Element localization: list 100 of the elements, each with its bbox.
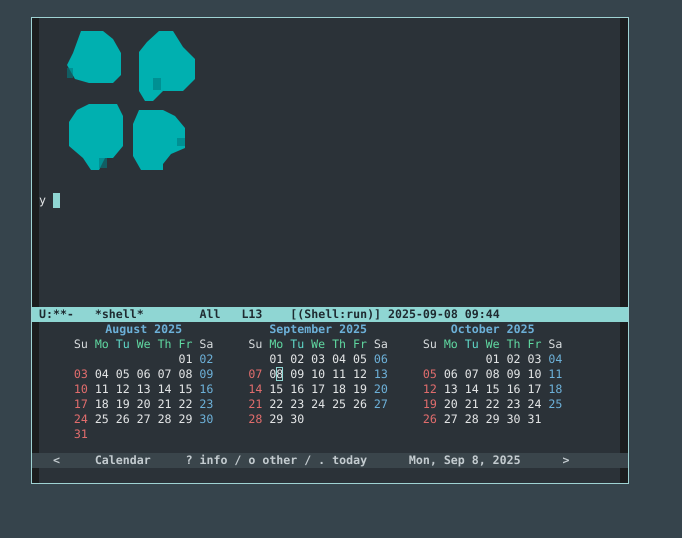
calendar-day[interactable]: 03 (74, 367, 88, 382)
date-time: 2025-09-08 09:44 (388, 307, 500, 321)
weekday-label: We (486, 337, 500, 352)
calendar-day[interactable]: 02 (506, 352, 521, 367)
calendar-day[interactable]: 07 (464, 367, 479, 382)
calendar-day[interactable]: 31 (528, 412, 542, 427)
calendar-day[interactable]: 07 (158, 367, 172, 382)
calendar-day[interactable]: 19 (422, 397, 437, 412)
calendar-day[interactable]: 09 (290, 367, 304, 382)
calendar-day[interactable]: 01 (178, 352, 192, 367)
calendar-day[interactable]: 13 (444, 382, 458, 397)
calendar-day[interactable]: 19 (116, 397, 130, 412)
calendar-day[interactable]: 06 (136, 367, 151, 382)
calendar-day[interactable]: 14 (248, 382, 262, 397)
calendar-day[interactable]: 04 (548, 352, 562, 367)
calendar-day[interactable]: 04 (332, 352, 346, 367)
calendar-day[interactable]: 19 (353, 382, 367, 397)
calendar-day[interactable]: 24 (74, 412, 88, 427)
calendar-day[interactable]: 30 (199, 412, 214, 427)
calendar-day[interactable]: 20 (374, 382, 388, 397)
weekday-label: Tu (116, 337, 130, 352)
calendar-day[interactable]: 12 (116, 382, 130, 397)
calendar-day[interactable]: 26 (116, 412, 130, 427)
calendar-day[interactable]: 30 (290, 412, 304, 427)
calendar-day[interactable]: 23 (506, 397, 521, 412)
calendar-day[interactable]: 18 (332, 382, 346, 397)
calendar-day[interactable]: 29 (269, 412, 284, 427)
calendar-day[interactable]: 01 (269, 352, 284, 367)
weekday-label: Th (332, 337, 346, 352)
calendar-day[interactable]: 15 (486, 382, 500, 397)
calendar-day[interactable]: 28 (248, 412, 262, 427)
weekday-label: Fr (528, 337, 542, 352)
calendar-day[interactable]: 01 (486, 352, 500, 367)
calendar-day[interactable]: 31 (74, 427, 88, 442)
calendar-day[interactable]: 05 (422, 367, 437, 382)
calendar-day[interactable]: 26 (422, 412, 437, 427)
calendar-day[interactable]: 13 (136, 382, 151, 397)
calendar-day[interactable]: 06 (444, 367, 458, 382)
calendar-day[interactable]: 18 (548, 382, 562, 397)
calendar-day[interactable]: 30 (506, 412, 521, 427)
calendar-day[interactable]: 17 (74, 397, 88, 412)
calendar-day[interactable]: 12 (422, 382, 437, 397)
calendar-day[interactable]: 26 (353, 397, 367, 412)
calendar-day[interactable]: 11 (548, 367, 562, 382)
calendar-day[interactable]: 27 (444, 412, 458, 427)
calendar-day[interactable]: 28 (464, 412, 479, 427)
calendar-day[interactable]: 23 (290, 397, 304, 412)
calendar-day[interactable]: 28 (158, 412, 172, 427)
calendar-day[interactable]: 09 (506, 367, 521, 382)
calendar-day[interactable]: 20 (444, 397, 458, 412)
calendar-day[interactable]: 09 (199, 367, 214, 382)
calendar-day[interactable]: 24 (311, 397, 326, 412)
calendar-day[interactable]: 25 (94, 412, 109, 427)
calendar-day[interactable]: 08 (178, 367, 192, 382)
calendar-day[interactable]: 06 (374, 352, 388, 367)
calendar-day[interactable]: 05 (116, 367, 130, 382)
calendar-day[interactable]: 10 (528, 367, 542, 382)
calendar-day[interactable]: 12 (353, 367, 367, 382)
calendar-day[interactable]: 23 (199, 397, 214, 412)
calendar-day[interactable]: 07 (248, 367, 262, 382)
calendar-day[interactable]: 15 (269, 382, 284, 397)
calendar-day[interactable]: 22 (178, 397, 192, 412)
calendar-day[interactable]: 11 (94, 382, 109, 397)
prev-month-link[interactable]: < (52, 453, 60, 467)
calendar-day[interactable]: 15 (178, 382, 192, 397)
calendar-day[interactable]: 17 (528, 382, 542, 397)
calendar-day[interactable]: 02 (290, 352, 304, 367)
calendar-day[interactable]: 10 (74, 382, 88, 397)
calendar-day[interactable]: 29 (178, 412, 192, 427)
buffer-name: *shell* (94, 307, 144, 321)
calendar-day[interactable]: 21 (158, 397, 172, 412)
calendar-day[interactable]: 24 (528, 397, 542, 412)
calendar-day[interactable]: 20 (136, 397, 151, 412)
calendar-day[interactable]: 13 (374, 367, 388, 382)
calendar-day[interactable]: 21 (248, 397, 262, 412)
calendar-day[interactable]: 29 (486, 412, 500, 427)
calendar-day[interactable]: 27 (374, 397, 388, 412)
next-month-link[interactable]: > (562, 453, 570, 467)
calendar-day[interactable]: 08 (486, 367, 500, 382)
calendar-day[interactable]: 05 (353, 352, 367, 367)
calendar-day[interactable]: 03 (311, 352, 326, 367)
calendar-day[interactable]: 16 (199, 382, 214, 397)
calendar-day[interactable]: 10 (311, 367, 326, 382)
calendar-day[interactable]: 21 (464, 397, 479, 412)
calendar-day[interactable]: 14 (158, 382, 172, 397)
calendar-day[interactable]: 25 (332, 397, 346, 412)
calendar-day[interactable]: 03 (528, 352, 542, 367)
calendar-day[interactable]: 16 (506, 382, 521, 397)
status-indicator: U:**- (39, 307, 74, 321)
calendar-day[interactable]: 27 (136, 412, 151, 427)
calendar-day[interactable]: 02 (199, 352, 214, 367)
calendar-day[interactable]: 22 (486, 397, 500, 412)
calendar-day[interactable]: 16 (290, 382, 304, 397)
calendar-day[interactable]: 04 (94, 367, 109, 382)
calendar-day[interactable]: 11 (332, 367, 346, 382)
calendar-day[interactable]: 18 (94, 397, 109, 412)
calendar-day[interactable]: 17 (311, 382, 326, 397)
calendar-day[interactable]: 14 (464, 382, 479, 397)
calendar-day[interactable]: 22 (269, 397, 284, 412)
calendar-day[interactable]: 25 (548, 397, 562, 412)
